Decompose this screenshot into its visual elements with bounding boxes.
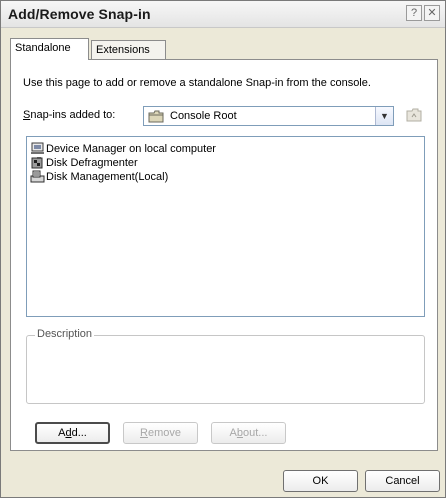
description-legend: Description — [35, 328, 95, 340]
remove-label-end: emove — [147, 427, 181, 439]
about-label-end: out... — [243, 427, 268, 439]
dialog-title: Add/Remove Snap-in — [8, 6, 151, 22]
description-groupbox: Description — [26, 328, 425, 404]
help-button[interactable]: ? — [406, 5, 422, 21]
up-one-level-icon[interactable] — [405, 106, 423, 124]
snapin-name: Disk Management(Local) — [46, 171, 169, 183]
remove-button[interactable]: Remove — [123, 422, 198, 444]
cancel-button[interactable]: Cancel — [365, 470, 440, 492]
about-button[interactable]: About... — [211, 422, 286, 444]
chevron-down-icon[interactable]: ▼ — [375, 107, 393, 125]
remove-accelerator: R — [140, 427, 148, 439]
dropdown-value: Console Root — [170, 110, 237, 122]
ok-button[interactable]: OK — [283, 470, 358, 492]
add-remove-snapin-dialog: Add/Remove Snap-in ? ✕ Standalone Extens… — [0, 0, 446, 498]
snapin-name: Device Manager on local computer — [46, 143, 216, 155]
disk-defragmenter-icon — [31, 157, 43, 169]
snapin-name: Disk Defragmenter — [46, 157, 138, 169]
snapins-label-text: nap-ins added to: — [30, 109, 116, 121]
snapins-added-to-label: Snap-ins added to: — [23, 109, 115, 121]
title-bar[interactable]: Add/Remove Snap-in ? ✕ — [1, 1, 445, 28]
folder-icon — [148, 110, 164, 123]
snapin-list[interactable]: Device Manager on local computer Disk De… — [26, 136, 425, 317]
tab-standalone[interactable]: Standalone — [10, 38, 89, 60]
add-label-end: d... — [71, 427, 87, 439]
snapins-added-to-dropdown[interactable]: Console Root ▼ — [143, 106, 394, 126]
device-manager-icon — [31, 142, 44, 154]
close-button[interactable]: ✕ — [424, 5, 440, 21]
disk-management-icon — [30, 170, 45, 183]
tab-extensions[interactable]: Extensions — [91, 40, 166, 60]
instruction-text: Use this page to add or remove a standal… — [23, 77, 371, 89]
about-label-start: A — [229, 427, 237, 439]
add-button[interactable]: Add... — [35, 422, 110, 444]
